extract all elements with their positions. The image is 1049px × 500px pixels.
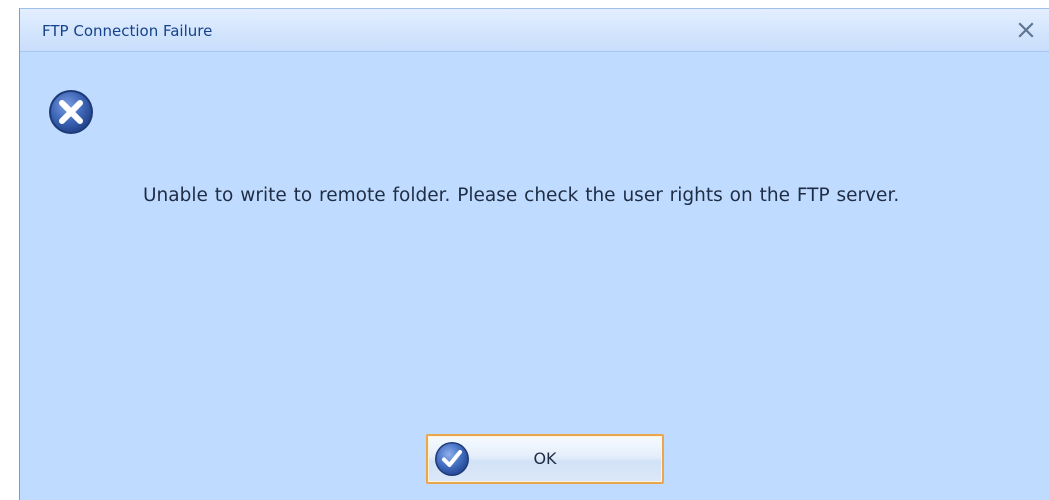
dialog-title: FTP Connection Failure <box>42 22 213 40</box>
error-message: Unable to write to remote folder. Please… <box>143 185 900 206</box>
ok-button[interactable]: OK <box>426 434 664 484</box>
ftp-connection-failure-dialog: FTP Connection Failure Unable to write t… <box>19 8 1049 500</box>
close-icon <box>1018 22 1034 38</box>
dialog-titlebar[interactable]: FTP Connection Failure <box>20 9 1049 52</box>
ok-button-label: OK <box>533 449 557 468</box>
error-icon <box>49 90 93 134</box>
close-button[interactable] <box>1013 17 1039 43</box>
